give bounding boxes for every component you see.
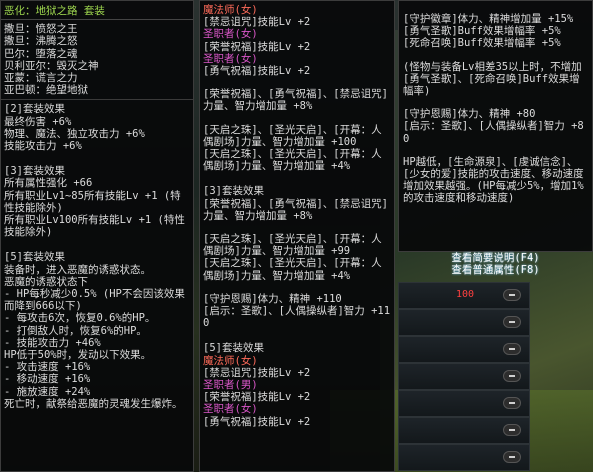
set2-header: [2]套装效果: [4, 103, 65, 116]
equipment-slot[interactable]: [398, 363, 530, 390]
effect-line: [勇气圣歌]Buff效果增幅率 +5%: [403, 25, 561, 38]
effect-line: [勇气祝福]技能Lv +2: [203, 65, 311, 78]
minus-icon[interactable]: [503, 451, 521, 463]
set-tooltip-right: [守护徽章]体力、精神增加量 +15% [勇气圣歌]Buff效果增幅率 +5% …: [398, 0, 593, 252]
effect-line: [禁忌诅咒]技能Lv +2: [203, 366, 311, 379]
effect-line: [天启之珠]、[圣光天启]、[开幕：人偶剧场]力量、智力增加量 +4%: [203, 148, 382, 173]
set-item: 巴尔：堕落之魂: [4, 47, 78, 60]
brief-description-link[interactable]: 查看简要说明(F4): [398, 252, 593, 264]
set5-line: - 打倒敌人时，恢复6%的HP。: [4, 324, 147, 337]
set2-line: 物理、魔法、独立攻击力 +6%: [4, 127, 145, 140]
set5-line: - 技能攻击力 +46%: [4, 336, 101, 349]
set-tooltip-left: 恶化：地狱之路 套装 撒旦：愤怒之王 撒旦：沸腾之怒 巴尔：堕落之魂 贝利亚尔：…: [0, 0, 194, 472]
job-label: 圣职者(女): [203, 52, 258, 65]
normal-attributes-link[interactable]: 查看普通属性(F8): [398, 264, 593, 276]
effect-line: [荣誉祝福]、[勇气祝福]、[禁忌诅咒]力量、智力增加量 +8%: [203, 197, 388, 222]
minus-icon[interactable]: [503, 289, 521, 301]
job-label: 圣职者(女): [203, 28, 258, 41]
effect-line: [荣誉祝福]、[勇气祝福]、[禁忌诅咒]力量、智力增加量 +8%: [203, 88, 388, 113]
effect-line: [荣誉祝福]技能Lv +2: [203, 40, 311, 53]
minus-icon[interactable]: [503, 316, 521, 328]
set5-line: - 每攻击6次，恢复0.6%的HP。: [4, 312, 156, 325]
set5-line: 恶魔的诱惑状态下: [4, 275, 88, 288]
effect-line: [启示：圣歌]、[人偶操纵者]智力 +80: [403, 120, 584, 145]
set5-line: - 施放速度 +24%: [4, 385, 91, 398]
job-label: 魔法师(女): [203, 354, 258, 367]
effect-line: [荣誉祝福]技能Lv +2: [203, 391, 311, 404]
tooltip-actions: 查看简要说明(F4) 查看普通属性(F8): [398, 252, 593, 278]
set3-line: 所有属性强化 +66: [4, 177, 93, 190]
minus-icon[interactable]: [503, 343, 521, 355]
slot-value: 100: [456, 289, 475, 300]
set-item: 撒旦：沸腾之怒: [4, 35, 78, 48]
set5-header: [5]套装效果: [203, 342, 264, 355]
effect-line: [守护徽章]体力、精神增加量 +15%: [403, 13, 574, 25]
set5-line: 装备时，进入恶魔的诱惑状态。: [4, 263, 151, 276]
effect-line: [勇气祝福]技能Lv +2: [203, 415, 311, 428]
equipment-slot[interactable]: 100: [398, 282, 530, 309]
set-tooltip-middle: 魔法师(女) [禁忌诅咒]技能Lv +2 圣职者(女) [荣誉祝福]技能Lv +…: [199, 0, 395, 472]
set3-line: 所有职业Lv100所有技能Lv +1 (特性技能除外): [4, 214, 185, 239]
set3-header: [3]套装效果: [203, 185, 264, 198]
job-label: 圣职者(女): [203, 403, 258, 416]
equipment-slot[interactable]: [398, 417, 530, 444]
equipment-slot[interactable]: [398, 444, 530, 471]
effect-line: HP越低，[生命源泉]、[虔诚信念]、[少女的爱]技能的攻击速度、移动速度增加效…: [403, 155, 584, 205]
set5-line: 死亡时，献祭给恶魔的灵魂发生爆炸。: [4, 397, 183, 410]
set3-header: [3]套装效果: [4, 165, 65, 178]
set3-line: 所有职业Lv1~85所有技能Lv +1 (特性技能除外): [4, 189, 181, 214]
job-label: 魔法师(女): [203, 4, 258, 16]
effect-line: [守护恩赐]体力、精神 +110: [203, 292, 342, 305]
set-item: 撒旦：愤怒之王: [4, 23, 78, 36]
equipment-slot[interactable]: [398, 390, 530, 417]
effect-line: [天启之珠]、[圣光天启]、[开幕：人偶剧场]力量、智力增加量 +4%: [203, 257, 382, 282]
equipment-slot[interactable]: [398, 309, 530, 336]
minus-icon[interactable]: [503, 397, 521, 409]
effect-line: [守护恩赐]体力、精神 +80: [403, 108, 536, 121]
set-item: 亚巴顿：绝望地狱: [4, 84, 88, 97]
set-item-list: 撒旦：愤怒之王 撒旦：沸腾之怒 巴尔：堕落之魂 贝利亚尔：毁灭之神 亚蒙：谎言之…: [4, 23, 190, 96]
job-label: 圣职者(男): [203, 379, 258, 392]
set-title: 恶化：地狱之路 套装: [1, 4, 193, 21]
minus-icon[interactable]: [503, 370, 521, 382]
set-item: 贝利亚尔：毁灭之神: [4, 59, 99, 72]
effect-line: [天启之珠]、[圣光天启]、[开幕：人偶剧场]力量、智力增加量 +99: [203, 233, 382, 258]
effect-line: [启示：圣歌]、[人偶操纵者]智力 +110: [203, 305, 391, 330]
effect-line: [禁忌诅咒]技能Lv +2: [203, 16, 311, 29]
set5-line: HP低于50%时，发动以下效果。: [4, 349, 152, 362]
set5-header: [5]套装效果: [4, 251, 65, 264]
set2-line: 技能攻击力 +6%: [4, 140, 82, 153]
set5-line: - 移动速度 +16%: [4, 373, 91, 386]
set5-line: - 攻击速度 +16%: [4, 361, 91, 374]
equipment-slot[interactable]: [398, 336, 530, 363]
set5-line: - HP每秒减少0.5% (HP不会因该效果而降到666以下): [4, 288, 185, 313]
effect-line: [死命召唤]Buff效果增幅率 +5%: [403, 37, 561, 50]
set-item: 亚蒙：谎言之力: [4, 72, 78, 85]
set2-line: 最终伤害 +6%: [4, 115, 72, 128]
minus-icon[interactable]: [503, 424, 521, 436]
divider: [1, 99, 193, 101]
effect-line: [天启之珠]、[圣光天启]、[开幕：人偶剧场]力量、智力增加量 +100: [203, 123, 382, 148]
effect-line: (怪物与装备Lv相差35以上时，不增加[勇气圣歌]、[死命召唤]Buff效果增幅…: [403, 60, 582, 98]
